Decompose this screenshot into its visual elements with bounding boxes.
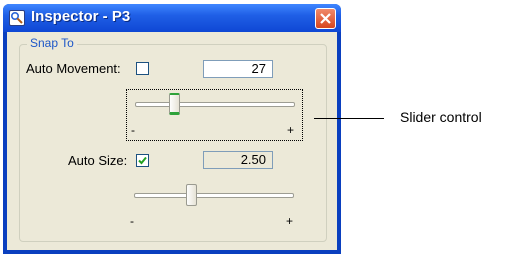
auto-movement-slider-thumb[interactable] (169, 93, 180, 115)
slider-max-label: + (287, 123, 295, 137)
slider-min-label: - (131, 123, 135, 137)
auto-size-slider-thumb[interactable] (186, 184, 197, 206)
auto-movement-slider[interactable]: - + (126, 89, 303, 141)
auto-movement-value-field[interactable]: 27 (203, 60, 273, 78)
close-icon (320, 13, 331, 24)
snap-to-group: Snap To Auto Movement: 27 - + Auto Size:… (19, 36, 327, 242)
checkmark-icon (138, 156, 147, 165)
auto-size-value-field[interactable]: 2.50 (203, 151, 273, 169)
auto-size-label: Auto Size: (68, 153, 128, 168)
callout-label: Slider control (400, 109, 482, 125)
slider-track (135, 102, 295, 107)
inspector-window: Inspector - P3 Snap To Auto Movement: 27… (3, 4, 341, 254)
group-title: Snap To (27, 36, 77, 50)
callout-line (314, 118, 384, 119)
auto-size-slider[interactable]: - + (126, 181, 303, 233)
auto-movement-label: Auto Movement: (26, 61, 121, 76)
auto-size-checkbox[interactable] (136, 154, 149, 167)
auto-movement-checkbox[interactable] (136, 62, 149, 75)
window-title: Inspector - P3 (31, 8, 131, 25)
dialog-client-area: Snap To Auto Movement: 27 - + Auto Size:… (7, 32, 337, 250)
title-bar[interactable]: Inspector - P3 (3, 4, 341, 32)
slider-track (134, 193, 294, 198)
inspector-icon (9, 10, 25, 26)
slider-min-label: - (130, 214, 134, 228)
slider-max-label: + (286, 214, 294, 228)
close-button[interactable] (315, 8, 336, 29)
